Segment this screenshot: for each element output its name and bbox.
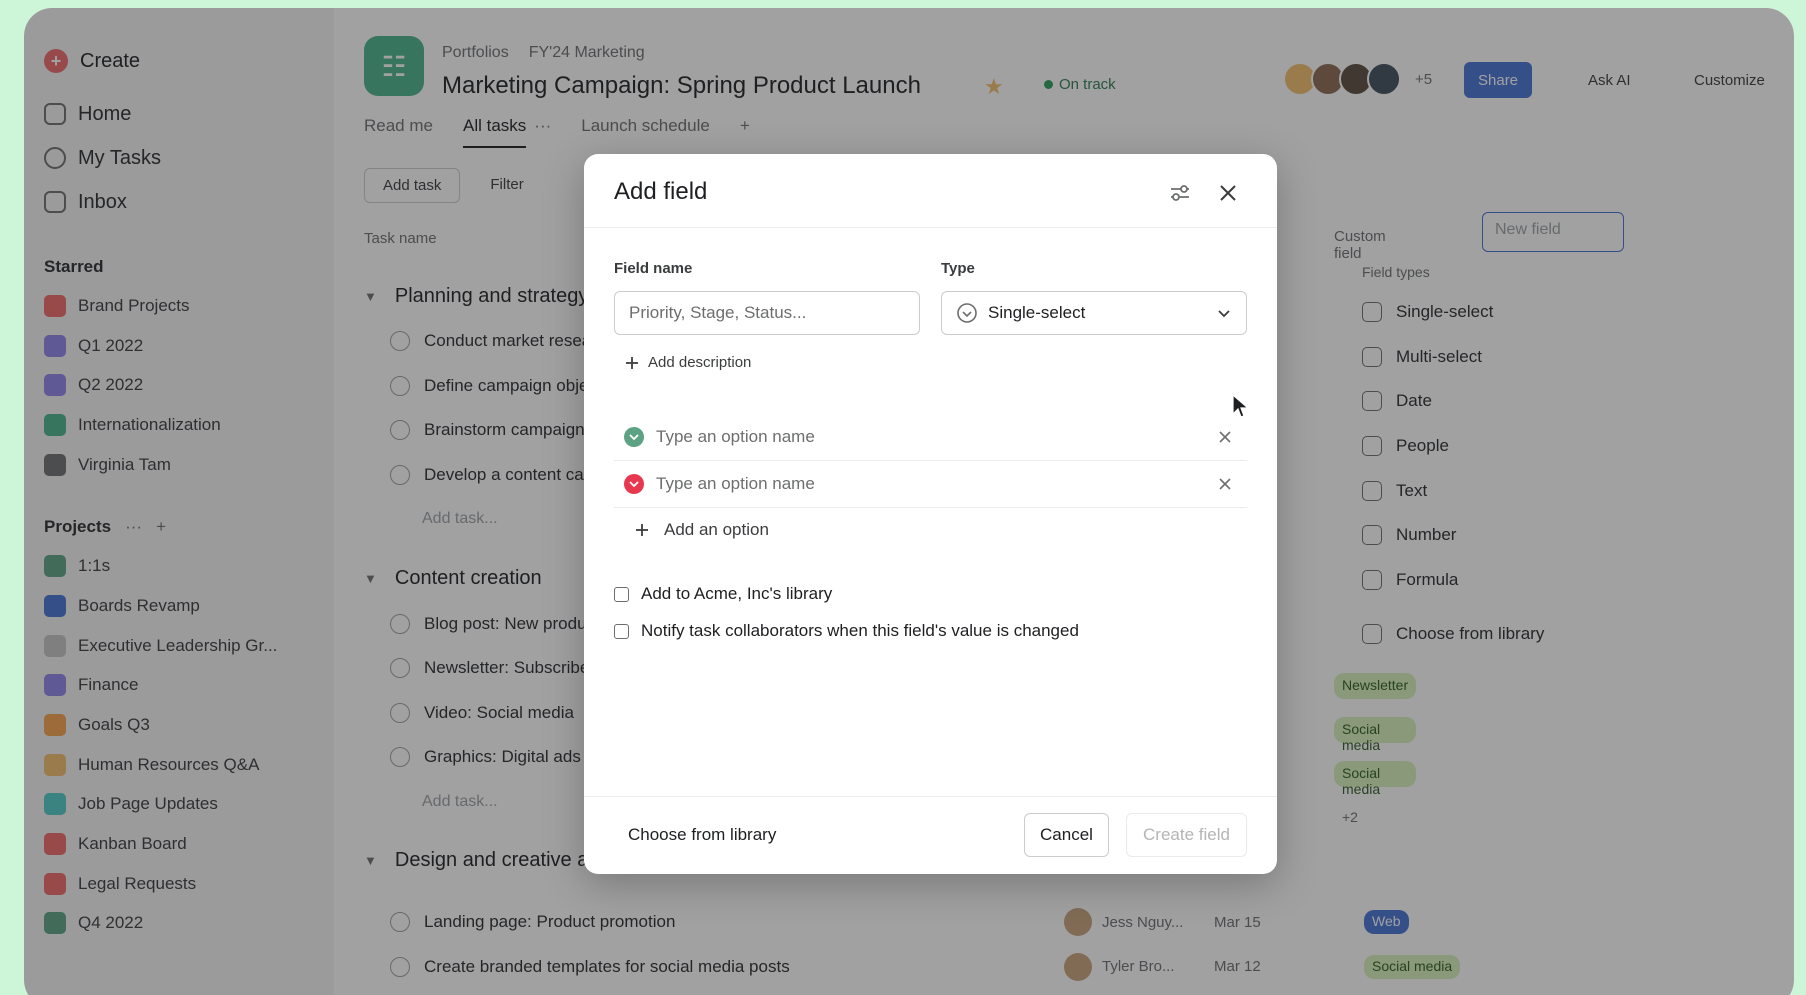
notify-checkbox[interactable] [614, 623, 629, 639]
remove-option-icon[interactable] [1211, 470, 1239, 498]
option-row [614, 461, 1247, 508]
add-option-button[interactable]: Add an option [634, 520, 769, 540]
chevron-down-icon [1218, 310, 1230, 318]
create-field-button[interactable]: Create field [1126, 813, 1247, 857]
mouse-cursor-icon [1232, 394, 1249, 418]
type-label: Type [941, 260, 975, 277]
type-select[interactable]: Single-select [941, 291, 1247, 335]
dialog-title: Add field [614, 178, 708, 205]
app-window: + Create Home My Tasks Inbox Starred Bra… [24, 8, 1794, 995]
option-color-icon[interactable] [624, 474, 644, 494]
field-name-input[interactable] [614, 291, 920, 335]
notify-checkbox-row: Notify task collaborators when this fiel… [614, 621, 1079, 641]
close-icon[interactable] [1213, 178, 1243, 208]
library-checkbox[interactable] [614, 586, 629, 602]
option-row [614, 414, 1247, 461]
remove-option-icon[interactable] [1211, 423, 1239, 451]
add-field-dialog: Add field Field name Type Single-select [584, 154, 1277, 874]
notify-checkbox-label[interactable]: Notify task collaborators when this fiel… [641, 621, 1079, 641]
library-checkbox-label[interactable]: Add to Acme, Inc's library [641, 584, 832, 604]
plus-icon [626, 356, 638, 369]
option-name-input[interactable] [656, 427, 1199, 447]
plus-icon [636, 524, 648, 536]
add-description-button[interactable]: Add description [624, 354, 751, 371]
dialog-header: Add field [584, 154, 1277, 228]
library-checkbox-row: Add to Acme, Inc's library [614, 584, 832, 604]
choose-from-library-button[interactable]: Choose from library [628, 825, 776, 845]
option-name-input[interactable] [656, 474, 1199, 494]
cancel-button[interactable]: Cancel [1024, 813, 1109, 857]
field-name-label: Field name [614, 260, 693, 277]
single-select-icon [957, 303, 977, 323]
option-color-icon[interactable] [624, 427, 644, 447]
settings-sliders-icon[interactable] [1165, 178, 1195, 208]
type-select-value: Single-select [988, 303, 1086, 322]
dialog-footer: Choose from library Cancel Create field [584, 796, 1277, 874]
